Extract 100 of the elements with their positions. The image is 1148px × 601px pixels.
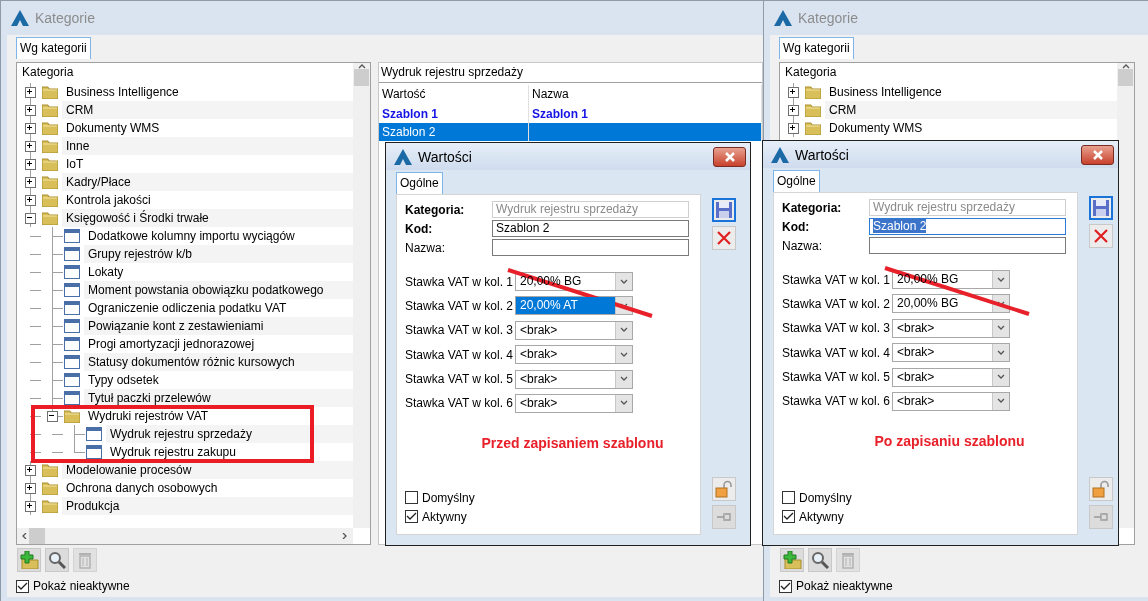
checkbox[interactable] (405, 491, 418, 504)
annotation-text: Przed zapisaniem szablonu (480, 434, 665, 451)
pin-icon (716, 510, 732, 524)
tree-item[interactable]: Produkcja (62, 497, 353, 515)
tree-item[interactable]: IoT (62, 155, 353, 173)
add-button[interactable] (17, 548, 41, 572)
tree-item[interactable]: Kadry/Płace (62, 173, 353, 191)
tab[interactable]: Wg kategorii (779, 37, 854, 59)
tree-item[interactable]: Tytuł paczki przelewów (84, 389, 353, 407)
rate-dropdown[interactable]: <brak> (892, 318, 1010, 338)
tree-item[interactable]: Kontrola jakości (62, 191, 353, 209)
close-icon (723, 151, 736, 162)
column-header: Wartość (379, 85, 529, 105)
table-row[interactable]: Szablon 2 (379, 123, 762, 141)
tree-item[interactable]: Lokaty (84, 263, 353, 281)
close-icon (1093, 228, 1109, 244)
close-button[interactable] (713, 146, 746, 167)
expand-button[interactable] (25, 141, 36, 152)
rate-dropdown[interactable]: <brak> (515, 393, 633, 413)
tree-item[interactable]: Wydruk rejestru sprzedaży (106, 425, 353, 443)
tree-item[interactable]: Dokumenty WMS (62, 119, 353, 137)
logo-icon (394, 148, 412, 165)
tree-item[interactable]: CRM (825, 101, 1117, 119)
field-label: Stawka VAT w kol. 3 (405, 323, 515, 338)
expand-button[interactable] (25, 123, 36, 134)
scroll-thumb[interactable] (29, 528, 45, 544)
expand-button[interactable] (788, 123, 799, 134)
cancel-button[interactable] (712, 226, 736, 250)
text-field[interactable] (492, 239, 689, 256)
collapse-button[interactable] (47, 411, 58, 422)
minus-icon (48, 412, 55, 419)
tree-item[interactable]: Powiązanie kont z zestawieniami (84, 317, 353, 335)
tree-item[interactable]: Business Intelligence (825, 83, 1117, 101)
expand-button[interactable] (25, 465, 36, 476)
tree-item[interactable]: Business Intelligence (62, 83, 353, 101)
scroll-thumb[interactable] (1118, 69, 1133, 86)
save-button[interactable] (712, 198, 736, 222)
expand-button[interactable] (25, 195, 36, 206)
text-field[interactable] (869, 237, 1066, 254)
rate-dropdown[interactable]: <brak> (515, 369, 633, 389)
search-button[interactable] (808, 548, 832, 572)
tree-item[interactable]: Statusy dokumentów różnic kursowych (84, 353, 353, 371)
checkbox[interactable] (779, 579, 792, 593)
field-label: Kategoria: (405, 202, 466, 217)
tree-item[interactable]: CRM (62, 101, 353, 119)
chevron-down-icon (997, 398, 1005, 405)
checkbox[interactable] (782, 510, 795, 523)
collapse-button[interactable] (25, 213, 36, 224)
scroll-thumb[interactable] (354, 69, 369, 86)
tree-item[interactable]: Modelowanie procesów (62, 461, 353, 479)
rate-dropdown[interactable]: <brak> (892, 391, 1010, 411)
tree-item[interactable]: Wydruki rejestrów VAT (84, 407, 353, 425)
rate-dropdown[interactable]: <brak> (892, 343, 1010, 363)
vertical-scrollbar[interactable] (353, 63, 370, 528)
tree-item[interactable]: Ograniczenie odliczenia podatku VAT (84, 299, 353, 317)
tree-item[interactable]: Grupy rejestrów k/b (84, 245, 353, 263)
cancel-button[interactable] (1089, 224, 1113, 248)
tab[interactable]: Wg kategorii (16, 37, 91, 59)
checkbox[interactable] (782, 491, 795, 504)
tree-item[interactable]: Inne (62, 137, 353, 155)
rate-dropdown[interactable]: <brak> (515, 345, 633, 365)
expand-button[interactable] (25, 177, 36, 188)
expand-button[interactable] (788, 105, 799, 116)
vertical-scrollbar[interactable] (1117, 63, 1134, 528)
text-field[interactable]: Szablon 2 (492, 220, 689, 237)
expand-button[interactable] (25, 105, 36, 116)
tree-item[interactable]: Typy odsetek (84, 371, 353, 389)
tree-item[interactable]: Moment powstania obowiązku podatkowego (84, 281, 353, 299)
search-button[interactable] (45, 548, 69, 572)
add-button[interactable] (780, 548, 804, 572)
tree-item[interactable]: Dokumenty WMS (825, 119, 1117, 137)
tree-item[interactable]: Dodatkowe kolumny importu wyciągów (84, 227, 353, 245)
rate-dropdown[interactable]: <brak> (515, 320, 633, 340)
expand-button[interactable] (25, 159, 36, 170)
text-field[interactable]: Szablon 2 (869, 218, 1066, 235)
plus-icon (26, 142, 33, 149)
logo-icon (774, 10, 792, 26)
tree-item[interactable]: Wydruk rejestru zakupu (106, 443, 353, 461)
chevron-down-icon (997, 325, 1005, 332)
plus-icon (26, 502, 33, 509)
expand-button[interactable] (788, 87, 799, 98)
plus-icon (26, 196, 33, 203)
expand-button[interactable] (25, 87, 36, 98)
tab[interactable]: Ogólne (396, 172, 443, 194)
tree-item[interactable]: Księgowość i Środki trwałe (62, 209, 353, 227)
horizontal-scrollbar[interactable] (17, 528, 353, 544)
tree-item[interactable]: Ochrona danych osobowych (62, 479, 353, 497)
field-label: Kategoria: (782, 200, 843, 215)
checkbox[interactable] (405, 510, 418, 523)
close-button[interactable] (1081, 144, 1114, 165)
checkbox[interactable] (16, 579, 29, 593)
tab[interactable]: Ogólne (773, 170, 820, 192)
rate-dropdown[interactable]: 20,00% AT (515, 296, 633, 316)
rate-dropdown[interactable]: <brak> (892, 367, 1010, 387)
expand-button[interactable] (25, 483, 36, 494)
expand-button[interactable] (25, 501, 36, 512)
form-icon (64, 229, 80, 243)
rate-dropdown[interactable]: 20,00% BG (892, 294, 1010, 314)
save-button[interactable] (1089, 196, 1113, 220)
tree-item[interactable]: Progi amortyzacji jednorazowej (84, 335, 353, 353)
